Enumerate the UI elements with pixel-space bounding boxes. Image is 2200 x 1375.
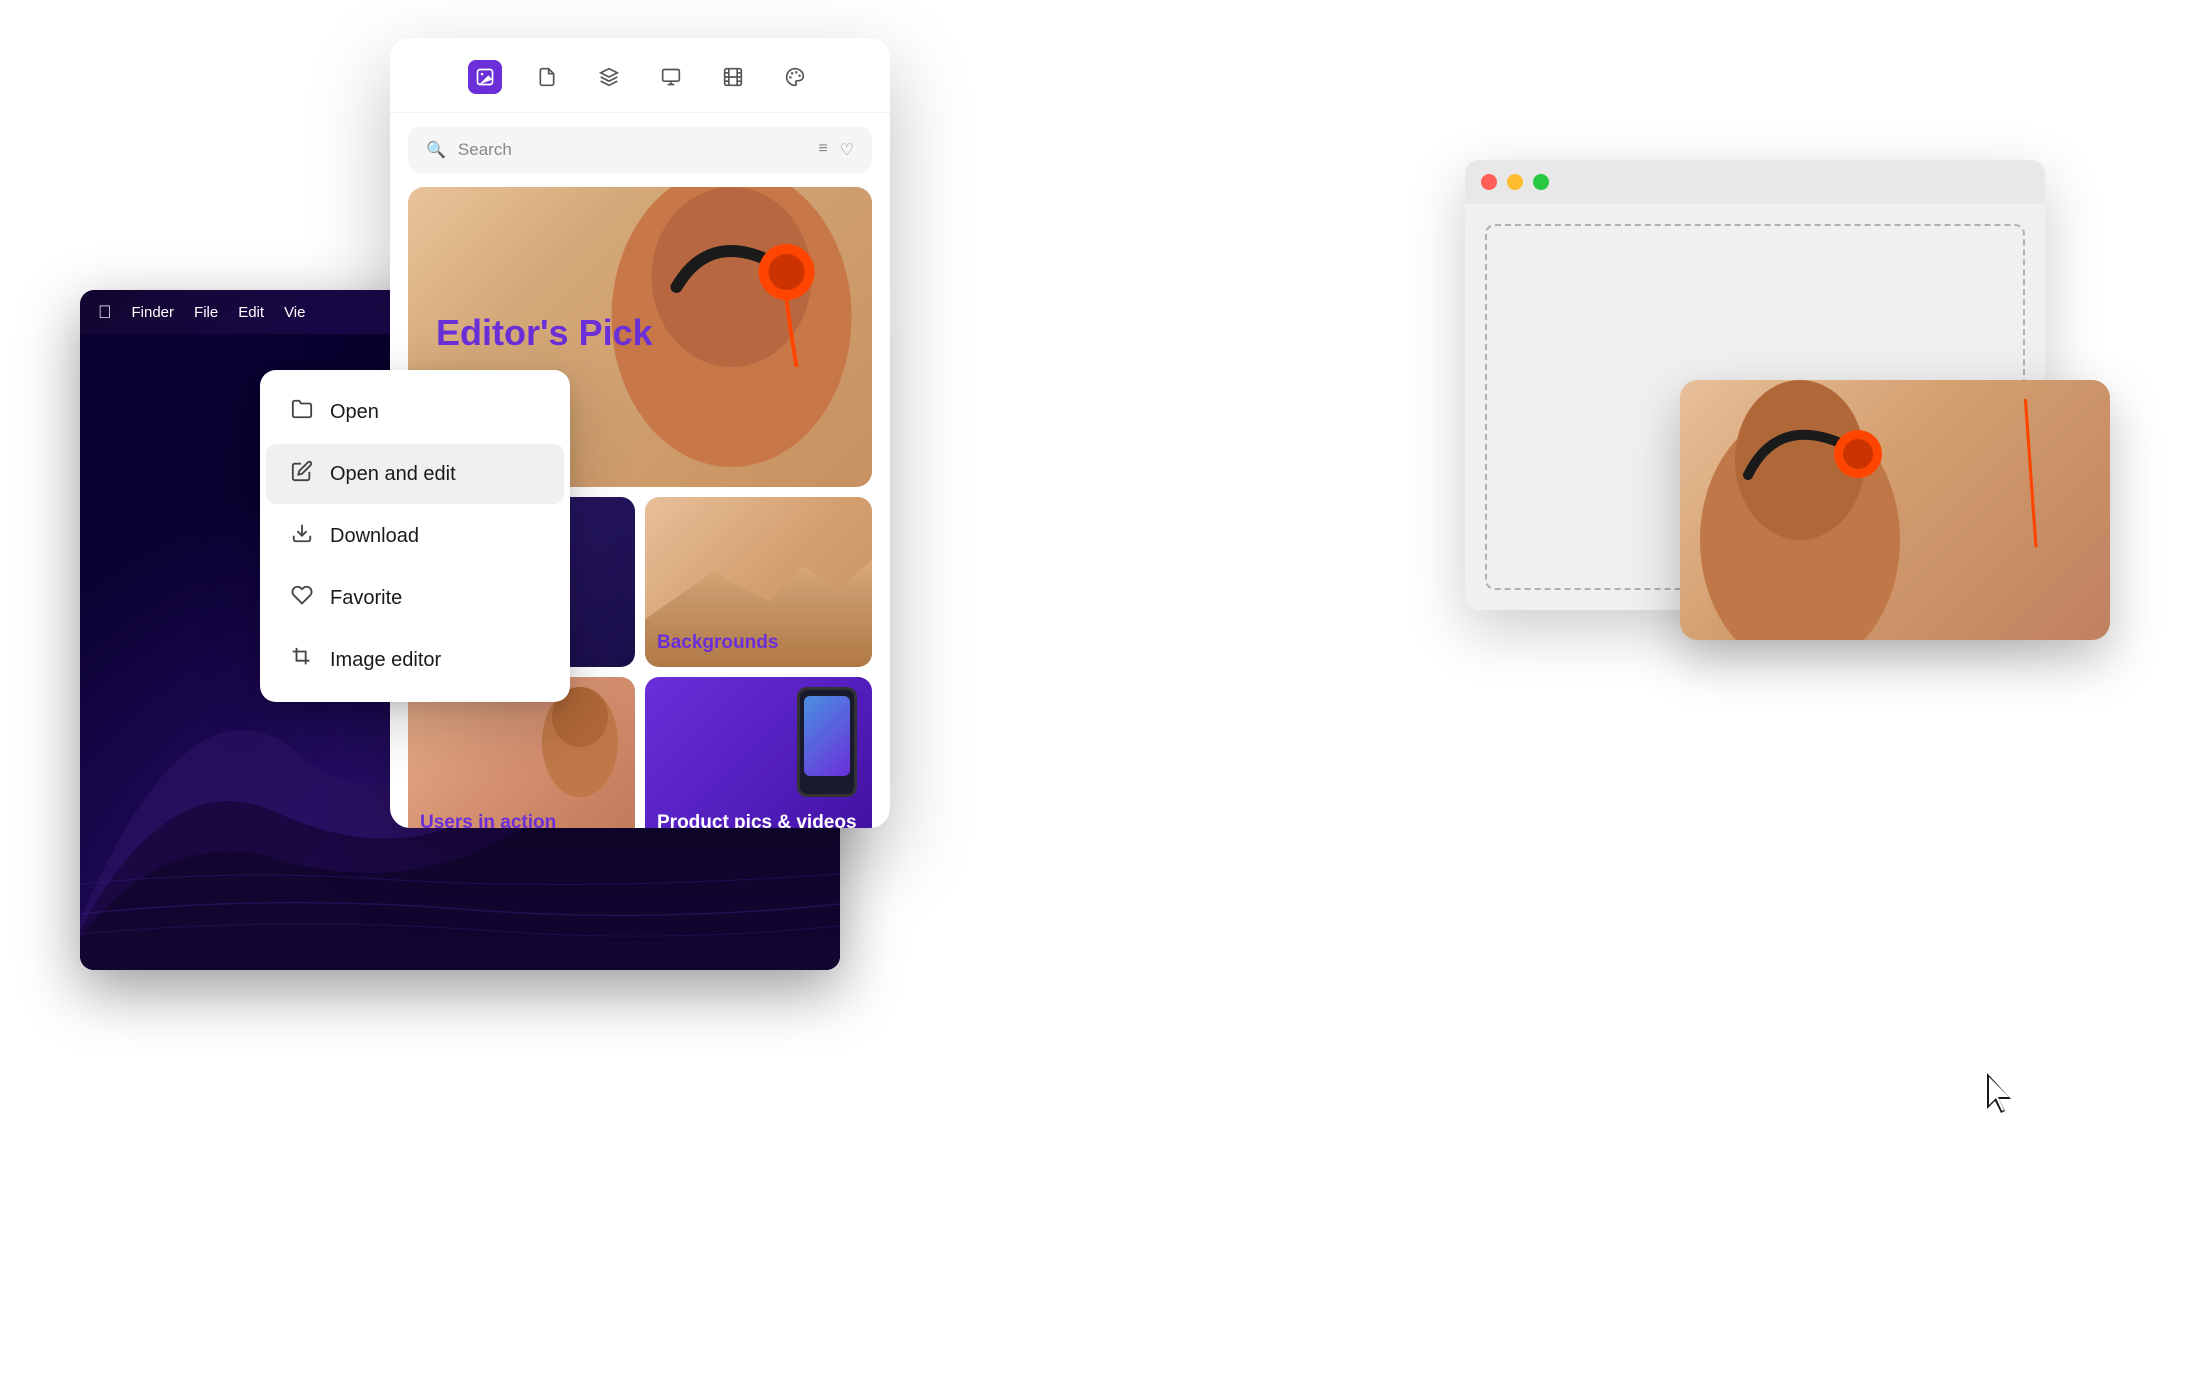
maximize-window-button[interactable] bbox=[1533, 174, 1549, 190]
open-label: Open bbox=[330, 401, 379, 424]
phone-mockup bbox=[797, 687, 857, 797]
open-and-edit-label: Open and edit bbox=[330, 463, 456, 486]
minimize-window-button[interactable] bbox=[1507, 174, 1523, 190]
pencil-icon bbox=[290, 460, 314, 488]
context-menu: Open Open and edit Download Favorite Ima… bbox=[260, 370, 570, 702]
download-icon bbox=[290, 522, 314, 550]
search-controls: ≡ ♡ bbox=[818, 140, 854, 160]
backgrounds-card[interactable]: Backgrounds bbox=[645, 497, 872, 667]
mac-titlebar bbox=[1465, 160, 2045, 204]
search-placeholder: Search bbox=[458, 140, 512, 160]
download-menu-item[interactable]: Download bbox=[266, 506, 564, 566]
mouse-cursor bbox=[1983, 1071, 2015, 1115]
users-in-action-label: Users in action bbox=[420, 812, 556, 828]
filter-button[interactable]: ≡ bbox=[818, 140, 827, 160]
search-icon: 🔍 bbox=[426, 140, 446, 160]
apple-logo-icon:  bbox=[98, 302, 112, 323]
presentation-tab[interactable] bbox=[654, 60, 688, 94]
favorite-label: Favorite bbox=[330, 587, 402, 610]
heart-icon bbox=[290, 584, 314, 612]
photos-tab[interactable] bbox=[468, 60, 502, 94]
editors-pick-label: Editor's Pick bbox=[436, 311, 653, 354]
close-window-button[interactable] bbox=[1481, 174, 1497, 190]
open-and-edit-menu-item[interactable]: Open and edit bbox=[266, 444, 564, 504]
file-menu-item[interactable]: File bbox=[194, 304, 218, 321]
image-editor-label: Image editor bbox=[330, 649, 441, 672]
favorites-button[interactable]: ♡ bbox=[840, 140, 854, 160]
film-tab[interactable] bbox=[716, 60, 750, 94]
open-menu-item[interactable]: Open bbox=[266, 382, 564, 442]
finder-menu-item[interactable]: Finder bbox=[132, 304, 175, 321]
view-menu-item[interactable]: Vie bbox=[284, 304, 305, 321]
image-editor-menu-item[interactable]: Image editor bbox=[266, 630, 564, 690]
crop-icon bbox=[290, 646, 314, 674]
favorite-menu-item[interactable]: Favorite bbox=[266, 568, 564, 628]
product-pics-card[interactable]: Product pics & videos bbox=[645, 677, 872, 828]
download-label: Download bbox=[330, 525, 419, 548]
document-tab[interactable] bbox=[530, 60, 564, 94]
backgrounds-label: Backgrounds bbox=[657, 632, 778, 655]
floating-image-card bbox=[1680, 380, 2110, 640]
layers-tab[interactable] bbox=[592, 60, 626, 94]
folder-icon bbox=[290, 398, 314, 426]
palette-tab[interactable] bbox=[778, 60, 812, 94]
edit-menu-item[interactable]: Edit bbox=[238, 304, 264, 321]
product-pics-label: Product pics & videos bbox=[657, 812, 857, 828]
panel-toolbar bbox=[390, 38, 890, 113]
search-bar[interactable]: 🔍 Search ≡ ♡ bbox=[408, 127, 872, 173]
